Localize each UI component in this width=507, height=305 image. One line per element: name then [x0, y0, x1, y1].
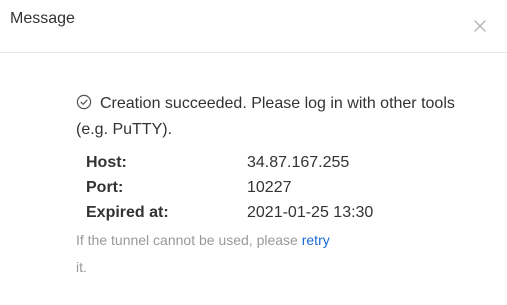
- check-circle-icon: [76, 93, 92, 110]
- detail-row-expired: Expired at: 2021-01-25 13:30: [86, 200, 373, 225]
- expired-label: Expired at:: [86, 204, 169, 221]
- host-label: Host:: [86, 154, 127, 171]
- dialog-header: Message: [0, 0, 507, 53]
- port-value: 10227: [247, 179, 292, 196]
- detail-row-host: Host: 34.87.167.255: [86, 150, 373, 175]
- host-value: 34.87.167.255: [247, 154, 350, 171]
- message-dialog: Message Creation succeeded. Please log i…: [0, 0, 507, 305]
- success-message: Creation succeeded. Please log in with o…: [76, 91, 466, 143]
- close-icon[interactable]: [469, 15, 491, 37]
- dialog-title: Message: [10, 10, 75, 27]
- note-suffix: it.: [76, 259, 87, 275]
- retry-note: If the tunnel cannot be used, please ret…: [76, 227, 456, 281]
- expired-value: 2021-01-25 13:30: [247, 204, 374, 221]
- success-text: Creation succeeded. Please log in with o…: [76, 95, 455, 138]
- retry-link[interactable]: retry: [302, 232, 330, 248]
- note-prefix: If the tunnel cannot be used, please: [76, 232, 298, 248]
- dialog-body: Creation succeeded. Please log in with o…: [76, 91, 466, 281]
- connection-details: Host: 34.87.167.255 Port: 10227 Expired …: [86, 150, 373, 225]
- detail-row-port: Port: 10227: [86, 175, 373, 200]
- port-label: Port:: [86, 179, 124, 196]
